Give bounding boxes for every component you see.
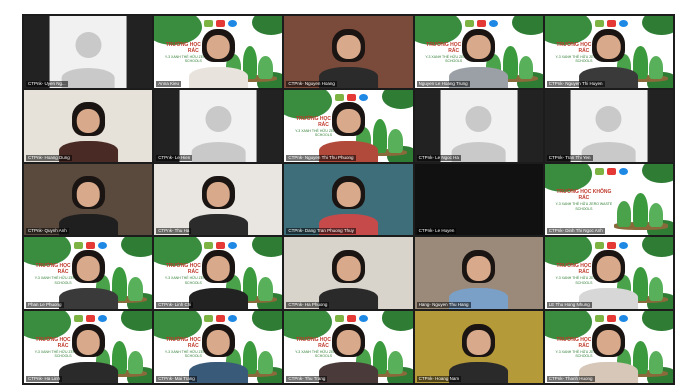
participant-name-label: CTPnk- Tran Thi Yen (546, 154, 593, 161)
participant-name-label: CTPnk- Uyen Ng... (26, 80, 68, 87)
participant-name-label: CTPnk- Ha Phuong (286, 302, 330, 309)
participant-name-label: CTPnk- Thanh Huong (546, 376, 595, 382)
participant-name-label: CTPnk- Thu Trang (286, 376, 328, 382)
participant-name-label: CTPnk- Dang Tran Phuong Thuy (286, 228, 356, 235)
participant-video (188, 26, 248, 88)
participant-tile[interactable]: TRƯỜNG HỌC KHÔNG RÁC Y-3 XANH THỂ HỮU ZE… (154, 237, 283, 310)
participant-tile[interactable]: CTPnk- Nguyen Hoang (284, 16, 413, 88)
participant-video (188, 174, 248, 236)
participant-tile[interactable]: TRƯỜNG HỌC KHÔNG RÁC Y-3 XANH THỂ HỮU ZE… (284, 89, 413, 162)
participant-name-label: LE Thu Hong Nhung (546, 302, 592, 309)
participant-name-label: CTPnk- Thu Ha (156, 228, 192, 235)
avatar-placeholder-icon (570, 89, 648, 162)
participant-video (58, 247, 118, 310)
participant-video (319, 321, 378, 383)
participant-tile[interactable]: CTPnk- Le Ngoc Ha (414, 89, 543, 162)
participant-name-label: Phan Le Phuong (26, 302, 64, 309)
participant-name-label: CTPnk- Nguyen Thi Thu Phuong (286, 154, 356, 161)
participant-name-label: CTPnk- Hoang Nam (416, 376, 462, 382)
participant-video (449, 247, 509, 310)
participant-tile[interactable]: TRƯỜNG HỌC KHÔNG RÁC Y-3 XANH THỂ HỮU ZE… (544, 237, 673, 310)
participant-name-label: CTPnk- Mai Trang (156, 376, 197, 382)
participant-tile[interactable]: CTPnk- Le Huyen (414, 163, 543, 236)
participant-name-label: CTPnk- Le Huyen (416, 228, 457, 235)
participant-video (188, 247, 248, 310)
participant-tile[interactable]: CTPnk- Hoang Nam (414, 311, 543, 383)
participant-video (449, 26, 509, 88)
sponsor-logos (588, 167, 634, 175)
participant-tile[interactable]: TRƯỜNG HỌC KHÔNG RÁC Y-3 XANH THỂ HỮU ZE… (154, 311, 283, 383)
participant-video (319, 26, 378, 88)
participant-video (449, 321, 509, 383)
participant-tile[interactable]: CTPnk- Le Hien (154, 89, 283, 162)
participant-name-label: CTPnk- Le Hien (156, 154, 193, 161)
participant-tile[interactable]: CTPnk- Thu Ha (154, 163, 283, 236)
participant-grid: CTPnk- Uyen Ng... TRƯỜNG HỌC KHÔNG RÁC Y… (22, 14, 675, 385)
participant-tile[interactable]: CTPnk- Hoang Dung (24, 89, 153, 162)
participant-tile[interactable]: TRƯỜNG HỌC KHÔNG RÁC Y-3 XANH THỂ HỮU ZE… (284, 311, 413, 383)
participant-tile[interactable]: TRƯỜNG HỌC KHÔNG RÁC Y-3 XANH THỂ HỮU ZE… (154, 16, 283, 88)
participant-tile[interactable]: TRƯỜNG HỌC KHÔNG RÁC Y-3 XANH THỂ HỮU ZE… (414, 16, 543, 88)
participant-video (579, 26, 639, 88)
participant-name-label: CTPnk- Nguyen Thi Huyen (546, 80, 605, 87)
participant-video (579, 247, 639, 310)
participant-tile[interactable]: CTPnk- Quynh Anh (24, 163, 153, 236)
participant-name-label: CTPnk- Nguyen Hoang (286, 80, 337, 87)
avatar-placeholder-icon (440, 89, 518, 162)
participant-tile[interactable]: TRƯỜNG HỌC KHÔNG RÁC Y-3 XANH THỂ HỮU ZE… (24, 237, 153, 310)
participant-video (319, 100, 378, 162)
participant-name-label: CTPnk- Dinh Thi Ngoc Anh (546, 228, 605, 235)
participant-tile[interactable]: CTPnk- Dang Tran Phuong Thuy (284, 163, 413, 236)
participant-name-label: CTPnk- Ha Linh (26, 376, 63, 382)
participant-tile[interactable]: TRƯỜNG HỌC KHÔNG RÁC Y-3 XANH THỂ HỮU ZE… (544, 16, 673, 88)
participant-tile[interactable]: Hang- Nguyen Thu Hang (414, 237, 543, 310)
participant-video (579, 321, 639, 383)
participant-video (58, 100, 118, 162)
slide-subtitle: Y-3 XANH THỂ HỮU ZERO WASTE SCHOOLS (555, 202, 613, 211)
participant-name-label: CTPnk- Linh Chi (156, 302, 194, 309)
participant-name-label: CTPnk- Hoang Dung (26, 154, 72, 161)
avatar-placeholder-icon (49, 16, 127, 88)
participant-video (319, 174, 378, 236)
participant-video (319, 247, 378, 310)
participant-video (188, 321, 248, 383)
participant-tile[interactable]: CTPnk- Tran Thi Yen (544, 89, 673, 162)
participant-name-label: Anna Kieu (156, 80, 181, 87)
participant-tile[interactable]: TRƯỜNG HỌC KHÔNG RÁC Y-3 XANH THỂ HỮU ZE… (544, 311, 673, 383)
avatar-placeholder-icon (179, 89, 257, 162)
slide-title: TRƯỜNG HỌC KHÔNG RÁC (556, 189, 612, 202)
meeting-window: CTPnk- Uyen Ng... TRƯỜNG HỌC KHÔNG RÁC Y… (0, 0, 676, 385)
participant-video (58, 174, 118, 236)
participant-name-label: CTPnk- Quynh Anh (26, 228, 69, 235)
participant-name-label: CTPnk- Le Ngoc Ha (416, 154, 461, 161)
participant-tile[interactable]: TRƯỜNG HỌC KHÔNG RÁC Y-3 XANH THỂ HỮU ZE… (24, 311, 153, 383)
participant-video (58, 321, 118, 383)
virtual-background-slide: TRƯỜNG HỌC KHÔNG RÁC Y-3 XANH THỂ HỮU ZE… (544, 163, 673, 236)
participant-tile[interactable]: CTPnk- Uyen Ng... (24, 16, 153, 88)
participant-tile[interactable]: TRƯỜNG HỌC KHÔNG RÁC Y-3 XANH THỂ HỮU ZE… (544, 163, 673, 236)
participant-name-label: Hang- Nguyen Thu Hang (416, 302, 471, 309)
participant-name-label: Nguyen Le Hoang Trung (416, 80, 470, 87)
participant-tile[interactable]: CTPnk- Ha Phuong (284, 237, 413, 310)
